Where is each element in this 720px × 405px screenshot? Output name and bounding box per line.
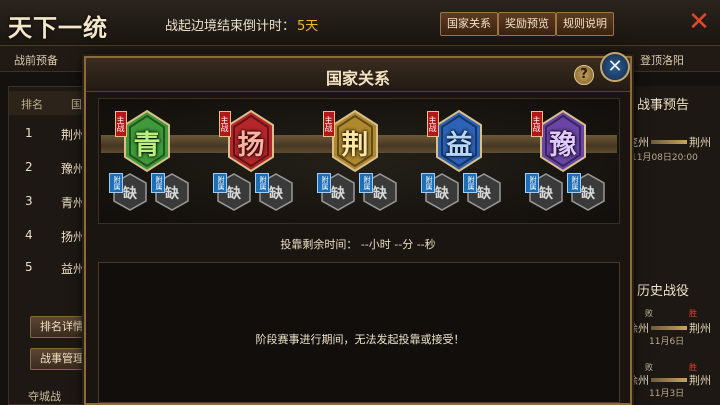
rank-number: 4 [25, 228, 33, 242]
ranking-row[interactable]: 4 扬州 [9, 221, 93, 251]
dialog-title: 国家关系 [325, 69, 390, 88]
forecast-date: 11月08日20:00 [631, 153, 698, 163]
main-war-tag: 主战 [531, 111, 543, 137]
rank-city: 扬州 [61, 230, 86, 244]
empty-slot-label: 缺 [373, 186, 387, 202]
rank-city: 荆州 [61, 128, 86, 142]
nation-name: 扬 [237, 130, 265, 161]
empty-slot-label: 缺 [165, 186, 179, 202]
dialog-header: 国家关系 ? [86, 58, 630, 92]
nation-card[interactable]: 益主战附属缺附属缺 [411, 99, 515, 225]
vassal-slot[interactable]: 附属缺 [525, 173, 563, 211]
info-message: 阶段赛事进行期间，无法发起投靠或接受！ [255, 333, 465, 346]
history-right-result: 胜 [689, 309, 697, 318]
main-war-tag: 主战 [219, 111, 231, 137]
ranking-row[interactable]: 3 青州 [9, 187, 93, 217]
rules-button[interactable]: 规则说明 [556, 12, 614, 36]
main-war-tag: 主战 [427, 111, 439, 137]
nation-relations-board: 青主战 附属缺附属缺扬主战 附属缺附属缺荆主战 附属缺附属缺益主战 附属缺附属缺豫主战附… [98, 98, 620, 224]
empty-slot-label: 缺 [435, 186, 449, 202]
countdown-value: 5天 [297, 19, 319, 34]
forecast-city-right: 荆州 [689, 136, 711, 149]
vassal-slot[interactable]: 附属缺 [151, 173, 189, 211]
ranking-row[interactable]: 2 豫州 [9, 153, 93, 183]
countdown: 战起边境结束倒计时： 5天 [165, 15, 318, 34]
vassal-slot[interactable]: 附属缺 [109, 173, 147, 211]
war-info-panel: 战事预告 兖州 荆州 11月08日20:00 历史战役 败 胜 徐州 荆州 11… [626, 86, 720, 405]
nation-badge[interactable]: 益 [435, 109, 483, 173]
main-war-tag: 主战 [115, 111, 127, 137]
ranking-header: 排名 国家 [9, 91, 93, 115]
history-city-right: 荆州 [689, 322, 711, 335]
rank-number: 1 [25, 126, 33, 140]
top-bar: 天下一统 战起边境结束倒计时： 5天 国家关系 奖励预览 规则说明 ✕ [0, 0, 720, 46]
vassal-slot[interactable]: 附属缺 [213, 173, 251, 211]
game-title: 天下一统 [8, 13, 108, 42]
vs-arrow [651, 140, 687, 144]
empty-slot-label: 缺 [331, 186, 345, 202]
rank-number: 5 [25, 260, 33, 274]
close-icon[interactable]: ✕ [686, 9, 712, 36]
rank-city: 青州 [61, 196, 86, 210]
empty-slot-label: 缺 [269, 186, 283, 202]
forecast-title: 战事预告 [637, 98, 690, 113]
history-city-right: 荆州 [689, 374, 711, 387]
ranking-row[interactable]: 5 益州 [9, 253, 93, 283]
vassal-slot[interactable]: 附属缺 [359, 173, 397, 211]
nation-card[interactable]: 青主战附属缺附属缺 [99, 99, 203, 225]
history-date: 11月3日 [649, 389, 685, 399]
history-left-result: 败 [645, 309, 653, 318]
ranking-row[interactable]: 1 荆州 [9, 119, 93, 149]
vassal-slot[interactable]: 附属缺 [463, 173, 501, 211]
city-war-label: 夺城战 [28, 390, 61, 403]
nation-badge[interactable]: 扬 [227, 109, 275, 173]
tab-luoyang[interactable]: 登顶洛阳 [640, 52, 684, 68]
vassal-slot[interactable]: 附属缺 [255, 173, 293, 211]
vs-arrow [651, 326, 687, 330]
reward-preview-button[interactable]: 奖励预览 [498, 12, 556, 36]
empty-slot-label: 缺 [227, 186, 241, 202]
vassal-slot[interactable]: 附属缺 [317, 173, 355, 211]
history-date: 11月6日 [649, 337, 685, 347]
nation-name: 益 [445, 130, 473, 161]
empty-slot-label: 缺 [123, 186, 137, 202]
nation-name: 荆 [341, 130, 369, 161]
help-icon[interactable]: ? [574, 65, 594, 85]
vassal-slot[interactable]: 附属缺 [421, 173, 459, 211]
vassal-slot[interactable]: 附属缺 [567, 173, 605, 211]
empty-slot-label: 缺 [539, 186, 553, 202]
nation-relations-button[interactable]: 国家关系 [440, 12, 498, 36]
countdown-label: 战起边境结束倒计时： [165, 19, 296, 34]
attach-countdown: 投靠剩余时间： --小时 --分 --秒 [280, 238, 436, 251]
nation-badge[interactable]: 青 [123, 109, 171, 173]
nation-card[interactable]: 荆主战附属缺附属缺 [307, 99, 411, 225]
rank-city: 豫州 [61, 162, 86, 176]
rank-city: 益州 [61, 262, 86, 276]
nation-badge[interactable]: 荆 [331, 109, 379, 173]
nation-card[interactable]: 豫主战附属缺附属缺 [515, 99, 619, 225]
empty-slot-label: 缺 [581, 186, 595, 202]
nation-name: 青 [133, 130, 161, 161]
empty-slot-label: 缺 [477, 186, 491, 202]
history-title: 历史战役 [637, 284, 690, 299]
rank-header: 排名 [21, 98, 43, 111]
rank-number: 2 [25, 160, 33, 174]
tab-prewar[interactable]: 战前预备 [14, 52, 58, 68]
main-war-tag: 主战 [323, 111, 335, 137]
nation-badge[interactable]: 豫 [539, 109, 587, 173]
rank-number: 3 [25, 194, 33, 208]
vs-arrow [651, 378, 687, 382]
dialog-close-button[interactable]: ✕ [600, 52, 630, 82]
nation-card[interactable]: 扬主战附属缺附属缺 [203, 99, 307, 225]
nation-relations-dialog: 国家关系 ? ✕ 青主战 附属缺附属缺扬主战 附属缺附属缺荆主战 附属缺附属缺益主战附… [84, 52, 632, 405]
nation-name: 豫 [549, 130, 577, 161]
info-box: 阶段赛事进行期间，无法发起投靠或接受！ [98, 262, 620, 403]
